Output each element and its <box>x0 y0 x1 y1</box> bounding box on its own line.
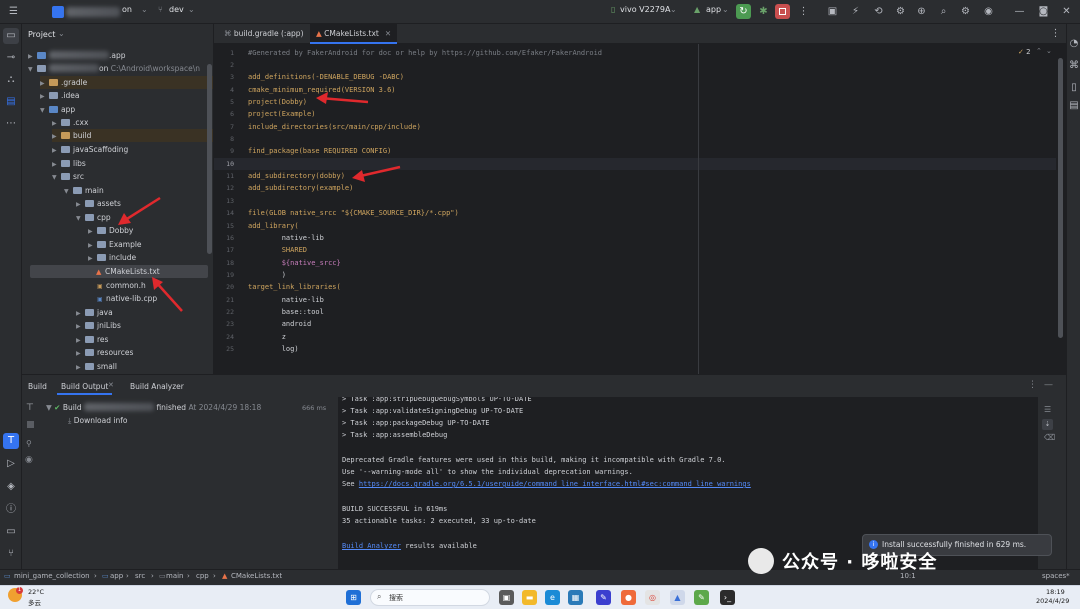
annotation-arrow <box>316 92 369 104</box>
annotation-overlay <box>118 92 401 312</box>
annotation-arrow <box>352 165 401 182</box>
annotation-arrow <box>118 196 161 225</box>
annotation-arrow <box>152 277 183 312</box>
